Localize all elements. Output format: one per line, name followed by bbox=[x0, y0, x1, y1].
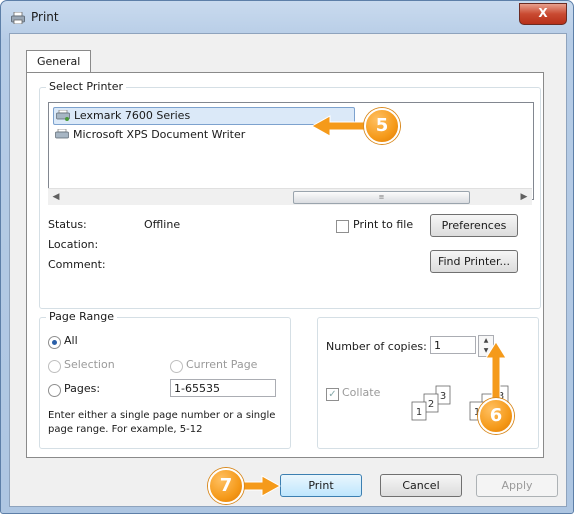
collate-page-label: 1 bbox=[416, 407, 422, 418]
selection-radio[interactable] bbox=[48, 360, 61, 373]
collate-page-label: 3 bbox=[440, 391, 446, 402]
callout-5: 5 bbox=[364, 108, 400, 144]
page-range-hint-1: Enter either a single page number or a s… bbox=[48, 410, 276, 421]
page-range-group: Page Range All Selection Current Page Pa… bbox=[39, 310, 291, 449]
pages-input[interactable]: 1-65535 bbox=[170, 379, 276, 397]
spin-down-icon[interactable]: ▼ bbox=[479, 346, 493, 356]
printer-icon bbox=[11, 12, 25, 24]
cancel-button[interactable]: Cancel bbox=[380, 474, 462, 497]
current-page-label: Current Page bbox=[186, 358, 258, 371]
status-value: Offline bbox=[144, 218, 181, 231]
selection-label: Selection bbox=[64, 358, 115, 371]
apply-button[interactable]: Apply bbox=[476, 474, 558, 497]
preferences-button[interactable]: Preferences bbox=[430, 214, 518, 237]
page-range-hint-2: page range. For example, 5-12 bbox=[48, 424, 203, 435]
copies-label: Number of copies: bbox=[326, 340, 427, 353]
scroll-left-icon[interactable]: ◀ bbox=[48, 189, 64, 205]
print-to-file-label: Print to file bbox=[353, 218, 414, 231]
collate-page-label: 2 bbox=[428, 399, 434, 410]
printer-item-lexmark[interactable]: Lexmark 7600 Series bbox=[53, 107, 355, 125]
printer-name: Lexmark 7600 Series bbox=[74, 109, 191, 122]
printer-icon bbox=[56, 110, 70, 121]
scroll-right-icon[interactable]: ▶ bbox=[516, 189, 532, 205]
print-dialog-window: Print X General Select Printer Lexmark 7… bbox=[0, 0, 574, 514]
general-tab-page: Select Printer Lexmark 7600 Series Micro… bbox=[26, 72, 544, 458]
collate-checkbox[interactable]: ✓ bbox=[326, 388, 339, 401]
printer-item-xps[interactable]: Microsoft XPS Document Writer bbox=[53, 127, 245, 143]
all-label: All bbox=[64, 334, 78, 347]
callout-7: 7 bbox=[208, 468, 244, 504]
title-bar[interactable]: Print X bbox=[1, 1, 573, 35]
callout-6: 6 bbox=[478, 398, 514, 434]
print-button[interactable]: Print bbox=[280, 474, 362, 497]
comment-label: Comment: bbox=[48, 258, 106, 271]
printer-name: Microsoft XPS Document Writer bbox=[73, 128, 246, 141]
printer-icon bbox=[55, 129, 69, 139]
select-printer-group: Select Printer Lexmark 7600 Series Micro… bbox=[39, 80, 541, 309]
all-radio[interactable] bbox=[48, 336, 61, 349]
copies-spinner[interactable]: ▲ ▼ bbox=[478, 335, 494, 357]
printer-list[interactable]: Lexmark 7600 Series Microsoft XPS Docume… bbox=[48, 102, 534, 200]
scroll-thumb[interactable]: ≡ bbox=[293, 191, 470, 204]
select-printer-label: Select Printer bbox=[46, 80, 127, 93]
status-label: Status: bbox=[48, 218, 87, 231]
page-range-label: Page Range bbox=[46, 310, 117, 323]
print-to-file-checkbox[interactable] bbox=[336, 220, 349, 233]
current-page-radio[interactable] bbox=[170, 360, 183, 373]
find-printer-button[interactable]: Find Printer... bbox=[430, 250, 518, 273]
pages-radio[interactable] bbox=[48, 384, 61, 397]
pages-label: Pages: bbox=[64, 382, 101, 395]
window-title: Print bbox=[31, 10, 59, 24]
tab-general[interactable]: General bbox=[26, 50, 92, 73]
close-button[interactable]: X bbox=[519, 3, 567, 25]
copies-input[interactable]: 1 bbox=[430, 336, 476, 354]
collate-label: Collate bbox=[342, 386, 381, 399]
dialog-body: General Select Printer Lexmark 7600 Seri… bbox=[9, 33, 567, 507]
spin-up-icon[interactable]: ▲ bbox=[479, 336, 493, 346]
location-label: Location: bbox=[48, 238, 99, 251]
horizontal-scrollbar[interactable]: ◀ ≡ ▶ bbox=[48, 188, 532, 205]
